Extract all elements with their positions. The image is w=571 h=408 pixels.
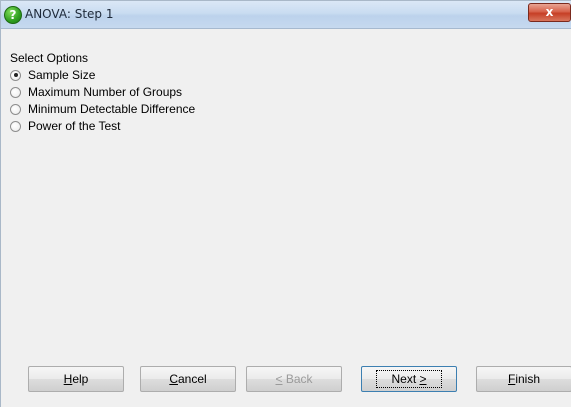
radio-power-of-the-test[interactable]: Power of the Test <box>10 118 121 134</box>
radio-sample-size[interactable]: Sample Size <box>10 67 95 83</box>
help-button[interactable]: Help <box>28 366 124 392</box>
help-button-label: Help <box>63 372 89 386</box>
radio-minimum-detectable-difference[interactable]: Minimum Detectable Difference <box>10 101 195 117</box>
window-title: ANOVA: Step 1 <box>25 7 114 21</box>
dialog-body: Select Options Sample Size Maximum Numbe… <box>1 29 571 408</box>
anova-step1-dialog: ? ANOVA: Step 1 x Select Options Sample … <box>0 0 571 407</box>
radio-label: Sample Size <box>28 68 96 82</box>
back-button[interactable]: < Back <box>246 366 342 392</box>
next-button[interactable]: Next > <box>361 366 457 392</box>
back-button-label: < Back <box>275 372 313 386</box>
select-options-label: Select Options <box>10 51 89 65</box>
finish-button[interactable]: Finish <box>476 366 571 392</box>
radio-label: Power of the Test <box>28 119 121 133</box>
close-button[interactable]: x <box>528 3 571 22</box>
radio-button[interactable] <box>10 120 21 132</box>
next-button-label: Next > <box>376 370 442 388</box>
title-bar[interactable]: ? ANOVA: Step 1 x <box>1 1 571 29</box>
radio-label: Maximum Number of Groups <box>28 85 183 99</box>
help-question-icon: ? <box>4 6 22 24</box>
radio-button-checked[interactable] <box>10 69 21 81</box>
cancel-button-label: Cancel <box>169 372 207 386</box>
cancel-button[interactable]: Cancel <box>140 366 236 392</box>
radio-maximum-number-of-groups[interactable]: Maximum Number of Groups <box>10 84 182 100</box>
close-icon: x <box>545 5 554 19</box>
finish-button-label: Finish <box>507 372 541 386</box>
radio-button[interactable] <box>10 103 21 115</box>
radio-label: Minimum Detectable Difference <box>28 102 196 116</box>
radio-button[interactable] <box>10 86 21 98</box>
